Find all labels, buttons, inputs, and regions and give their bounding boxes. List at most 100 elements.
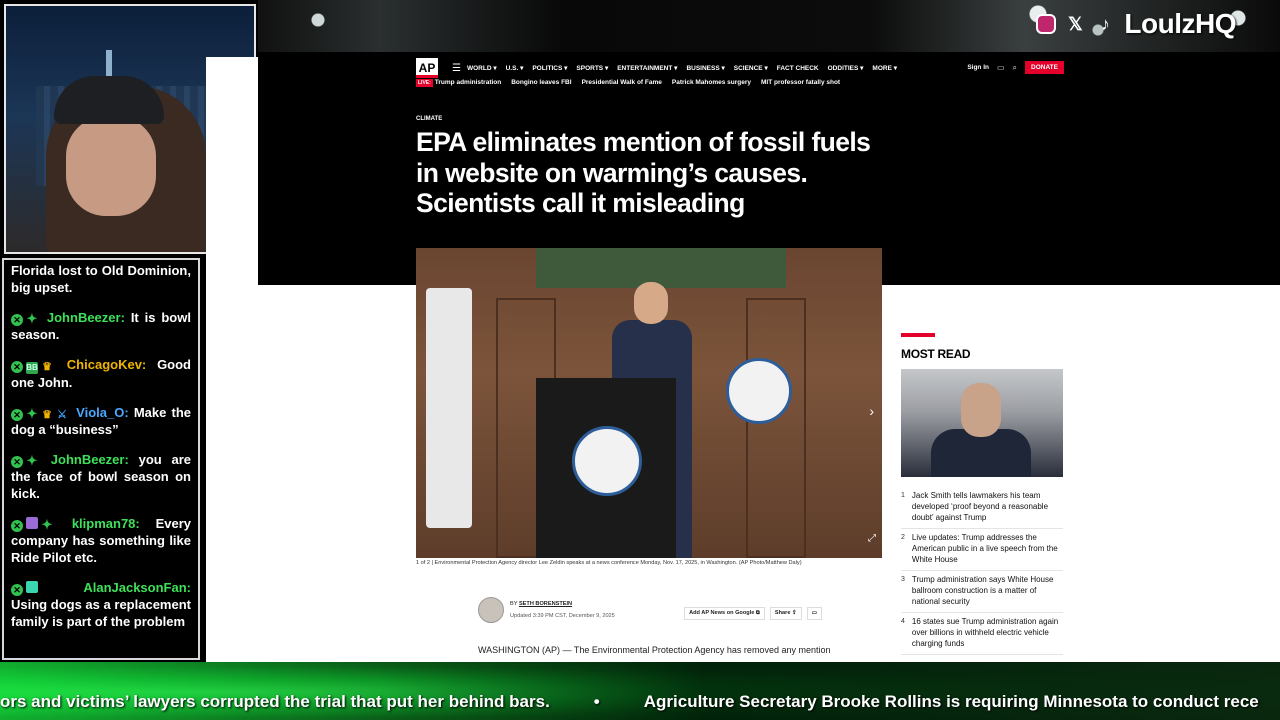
moderator-badge-icon: ✕ — [11, 314, 23, 326]
most-read-sidebar: MOST READ 1 Jack Smith tells lawmakers h… — [901, 333, 1063, 655]
chat-username[interactable]: Viola_O: — [76, 405, 129, 420]
chat-message: ✕ ✦ JohnBeezer: It is bowl season. — [11, 309, 191, 343]
trending-bar: LIVE: Trump administration Bongino leaves… — [416, 79, 840, 87]
top-nav: AP ☰ WORLD ▾ U.S. ▾ POLITICS ▾ SPORTS ▾ … — [416, 58, 1064, 78]
article-actions: Add AP News on Google ⧉ Share ⇪ ▭ — [684, 607, 822, 620]
lead-photo[interactable]: › ⤢ — [416, 248, 882, 558]
moderator-badge-icon: ✕ — [11, 409, 23, 421]
chat-message: ✕ ✦ ♛ ⚔ Viola_O: Make the dog a “business” — [11, 404, 191, 438]
trending-item[interactable]: Patrick Mahomes surgery — [672, 79, 751, 86]
ticker-separator: • — [593, 692, 600, 711]
comment-icon[interactable]: ▭ — [806, 607, 822, 620]
nav-item[interactable]: BUSINESS ▾ — [686, 64, 724, 72]
subscriber-badge-icon: BB — [26, 362, 38, 374]
moderator-badge-icon: ✕ — [11, 520, 23, 532]
nav-item[interactable]: ENTERTAINMENT ▾ — [617, 64, 677, 72]
chat-message: ✕ ✦ JohnBeezer: you are the face of bowl … — [11, 451, 191, 502]
ap-logo[interactable]: AP — [416, 58, 438, 78]
byline: BY SETH BORENSTEIN Updated 3:39 PM CST, … — [478, 597, 822, 627]
diamond-badge-icon: ✦ — [26, 406, 38, 421]
menu-icon[interactable]: ☰ — [452, 63, 461, 74]
social-bar: 𝕏 ♪ LoulzHQ — [1036, 8, 1236, 40]
ticker-item: ors and victims’ lawyers corrupted the t… — [0, 692, 550, 711]
author-line: BY SETH BORENSTEIN — [510, 601, 573, 607]
chat-message: ✕ AlanJacksonFan: Using dogs as a replac… — [11, 579, 191, 630]
chat-message: ✕ ✦ klipman78: Every company has somethin… — [11, 515, 191, 566]
most-read-item[interactable]: 4 16 states sue Trump administration aga… — [901, 613, 1063, 655]
sign-in-link[interactable]: Sign In — [967, 64, 989, 71]
article-headline: EPA eliminates mention of fossil fuels i… — [416, 127, 871, 218]
nav-item[interactable]: MORE ▾ — [872, 64, 897, 72]
streamer-cap — [54, 76, 164, 124]
chat-text: Florida lost to Old Dominion, big upset. — [11, 263, 191, 295]
add-google-button[interactable]: Add AP News on Google ⧉ — [684, 607, 765, 620]
most-read-item[interactable]: 3 Trump administration says White House … — [901, 571, 1063, 613]
tiktok-icon: ♪ — [1100, 13, 1110, 34]
section-kicker[interactable]: CLIMATE — [416, 116, 442, 122]
subscriber-badge-icon — [26, 517, 38, 529]
chat-username[interactable]: AlanJacksonFan: — [83, 580, 191, 595]
epa-seal-icon — [572, 426, 642, 496]
nav-item[interactable]: SPORTS ▾ — [576, 64, 608, 72]
splash-banner: 𝕏 ♪ LoulzHQ — [258, 0, 1280, 52]
updated-timestamp: Updated 3:39 PM CST, December 9, 2025 — [510, 613, 615, 619]
diamond-badge-icon: ✦ — [41, 517, 53, 532]
photo-caption: 1 of 2 | Environmental Protection Agency… — [416, 560, 802, 566]
nav-item[interactable]: FACT CHECK — [777, 65, 819, 72]
chat-icon[interactable]: ▭ — [997, 63, 1005, 72]
wood-panel — [746, 298, 806, 558]
chat-message: ✕ BB ♛ ChicagoKev: Good one John. — [11, 356, 191, 391]
instagram-icon — [1036, 14, 1057, 34]
news-ticker: ors and victims’ lawyers corrupted the t… — [0, 662, 1280, 720]
ticker-text: ors and victims’ lawyers corrupted the t… — [0, 692, 1259, 712]
epa-flag — [426, 288, 472, 528]
share-button[interactable]: Share ⇪ — [769, 607, 802, 620]
moderator-badge-icon: ✕ — [11, 361, 23, 373]
expand-icon[interactable]: ⤢ — [868, 533, 876, 544]
nav-item[interactable]: ODDITIES ▾ — [828, 64, 864, 72]
streamer-face — [66, 116, 156, 216]
ticker-item: Agriculture Secretary Brooke Rollins is … — [643, 692, 1259, 711]
trending-item[interactable]: Bongino leaves FBI — [511, 79, 571, 86]
trending-item[interactable]: MIT professor fatally shot — [761, 79, 840, 86]
chat-username[interactable]: JohnBeezer: — [51, 452, 129, 467]
trending-item[interactable]: Presidential Walk of Fame — [582, 79, 662, 86]
trending-item[interactable]: LIVE: Trump administration — [416, 79, 501, 87]
search-icon[interactable]: ⌕ — [1013, 63, 1017, 73]
chat-username[interactable]: JohnBeezer: — [47, 310, 125, 325]
nav-actions: Sign In ▭ ⌕ DONATE — [967, 61, 1064, 74]
most-read-item[interactable]: 2 Live updates: Trump addresses the Amer… — [901, 529, 1063, 571]
article-lead: WASHINGTON (AP) — The Environmental Prot… — [478, 645, 831, 655]
nav-item[interactable]: POLITICS ▾ — [532, 64, 567, 72]
chat-text: Using dogs as a replacement family is pa… — [11, 597, 191, 629]
avatar — [478, 597, 504, 623]
most-read-photo[interactable] — [901, 369, 1063, 477]
accent-bar — [901, 333, 935, 337]
moderator-badge-icon: ✕ — [11, 584, 23, 596]
diamond-badge-icon: ✦ — [26, 311, 38, 326]
chat-message: Florida lost to Old Dominion, big upset. — [11, 262, 191, 296]
x-icon: 𝕏 — [1068, 13, 1083, 34]
author-link[interactable]: SETH BORENSTEIN — [519, 601, 572, 607]
chat-username[interactable]: klipman78: — [72, 516, 140, 531]
nav-item[interactable]: U.S. ▾ — [506, 64, 524, 72]
donate-button[interactable]: DONATE — [1025, 61, 1064, 74]
page-margin — [206, 57, 258, 285]
nav-item[interactable]: SCIENCE ▾ — [734, 64, 768, 72]
most-read-title: MOST READ — [901, 347, 971, 361]
subscriber-badge-icon — [26, 581, 38, 593]
crown-badge-icon: ♛ — [42, 361, 52, 373]
crown-badge-icon: ♛ — [42, 409, 52, 421]
most-read-item[interactable]: 1 Jack Smith tells lawmakers his team de… — [901, 487, 1063, 529]
chat-username[interactable]: ChicagoKev: — [67, 357, 146, 372]
epa-seal-icon — [726, 358, 792, 424]
stream-overlay: 𝕏 ♪ LoulzHQ Florida lost to Old Dominion… — [0, 0, 1280, 720]
next-photo-icon[interactable]: › — [869, 403, 874, 419]
moderator-badge-icon: ✕ — [11, 456, 23, 468]
live-badge: LIVE: — [416, 79, 433, 87]
ap-news-page: AP ☰ WORLD ▾ U.S. ▾ POLITICS ▾ SPORTS ▾ … — [206, 57, 1280, 663]
chat-panel: Florida lost to Old Dominion, big upset.… — [2, 258, 200, 660]
nav-item[interactable]: WORLD ▾ — [467, 64, 497, 72]
channel-handle: LoulzHQ — [1124, 8, 1236, 39]
sword-badge-icon: ⚔ — [57, 409, 67, 421]
